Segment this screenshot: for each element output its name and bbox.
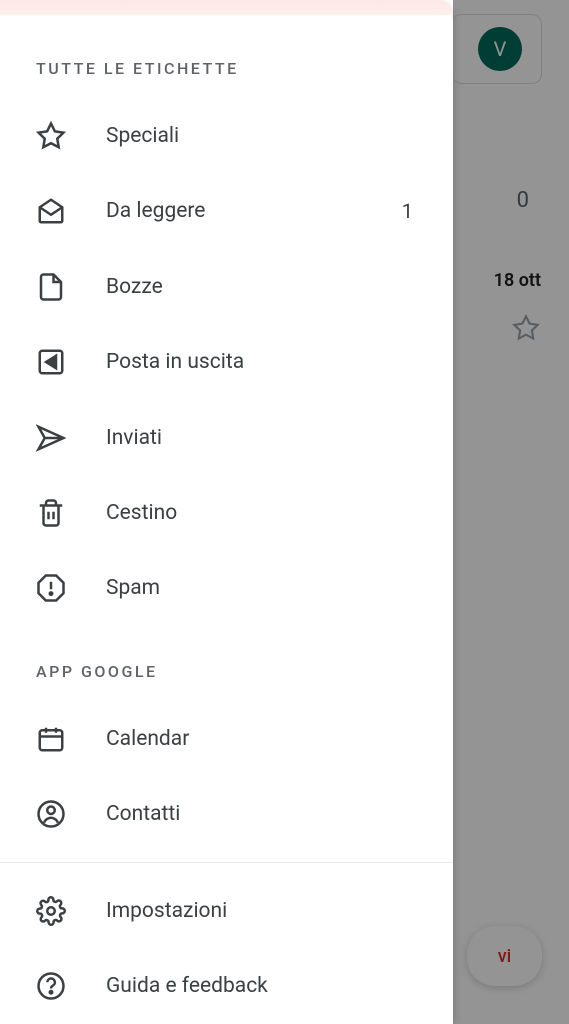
spam-icon bbox=[36, 573, 66, 603]
nav-starred[interactable]: Speciali bbox=[0, 98, 453, 173]
send-icon bbox=[36, 423, 66, 453]
nav-spam[interactable]: Spam bbox=[0, 551, 453, 626]
mail-open-icon bbox=[36, 196, 66, 226]
navigation-drawer: TUTTE LE ETICHETTE Speciali Da leggere 1… bbox=[0, 0, 453, 1024]
nav-label: Speciali bbox=[106, 124, 417, 148]
nav-label: Da leggere bbox=[106, 199, 402, 223]
star-icon bbox=[36, 121, 66, 151]
scrim-overlay[interactable] bbox=[453, 0, 569, 1024]
nav-label: Cestino bbox=[106, 501, 417, 525]
calendar-icon bbox=[36, 724, 66, 754]
section-header-google: APP GOOGLE bbox=[0, 626, 453, 701]
trash-icon bbox=[36, 498, 66, 528]
nav-label: Calendar bbox=[106, 727, 417, 751]
nav-trash[interactable]: Cestino bbox=[0, 475, 453, 550]
nav-sent[interactable]: Inviati bbox=[0, 400, 453, 475]
nav-label: Inviati bbox=[106, 426, 417, 450]
nav-drafts[interactable]: Bozze bbox=[0, 249, 453, 324]
nav-calendar[interactable]: Calendar bbox=[0, 701, 453, 776]
nav-label: Spam bbox=[106, 576, 417, 600]
nav-help[interactable]: Guida e feedback bbox=[0, 949, 453, 1024]
gear-icon bbox=[36, 896, 66, 926]
unread-count: 1 bbox=[402, 199, 413, 223]
nav-label: Impostazioni bbox=[106, 899, 417, 923]
divider bbox=[0, 862, 453, 863]
nav-contacts[interactable]: Contatti bbox=[0, 777, 453, 852]
nav-settings[interactable]: Impostazioni bbox=[0, 873, 453, 948]
file-icon bbox=[36, 272, 66, 302]
outbox-icon bbox=[36, 347, 66, 377]
nav-label: Guida e feedback bbox=[106, 974, 417, 998]
nav-label: Posta in uscita bbox=[106, 350, 417, 374]
drawer-header-tint bbox=[0, 0, 453, 15]
nav-outbox[interactable]: Posta in uscita bbox=[0, 324, 453, 399]
nav-unread[interactable]: Da leggere 1 bbox=[0, 173, 453, 248]
nav-label: Bozze bbox=[106, 275, 417, 299]
contacts-icon bbox=[36, 799, 66, 829]
section-header-labels: TUTTE LE ETICHETTE bbox=[0, 15, 453, 98]
help-icon bbox=[36, 971, 66, 1001]
nav-label: Contatti bbox=[106, 802, 417, 826]
